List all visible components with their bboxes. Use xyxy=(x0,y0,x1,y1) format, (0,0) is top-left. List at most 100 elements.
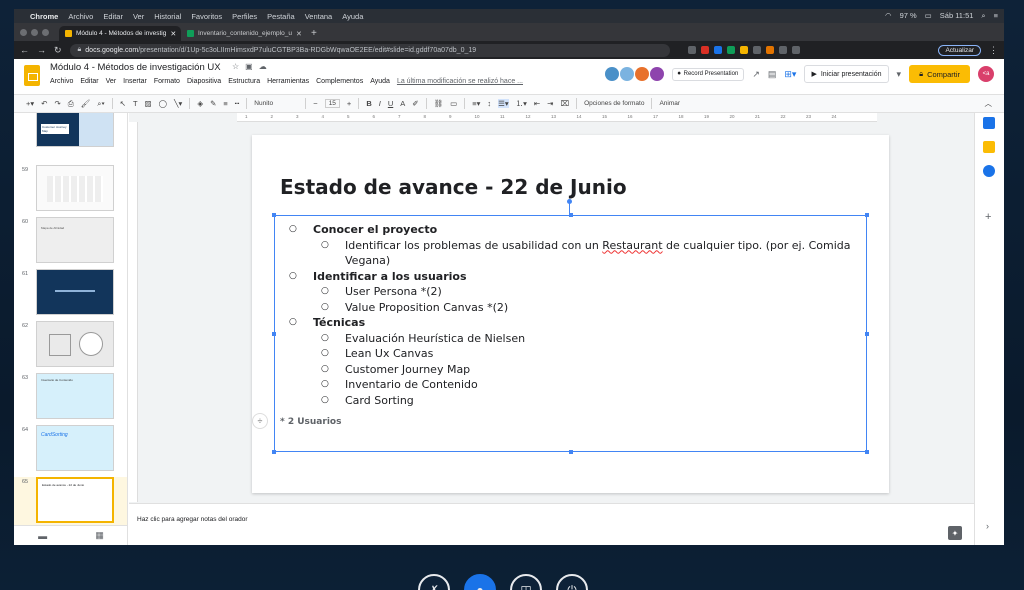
cloud-status-icon[interactable]: ☁ xyxy=(259,62,267,71)
comment-icon[interactable]: ▭ xyxy=(450,99,457,108)
comments-icon[interactable]: ▤ xyxy=(768,69,777,80)
speaker-notes-placeholder[interactable]: Haz clic para agregar notas del orador xyxy=(137,516,248,523)
forward-icon[interactable]: → xyxy=(37,45,46,55)
present-options-chevron-icon[interactable]: ▾ xyxy=(897,69,902,80)
border-dash-icon[interactable]: ┅ xyxy=(235,99,240,108)
increase-font-icon[interactable]: + xyxy=(347,99,351,108)
bullet-item[interactable]: Card Sorting xyxy=(289,393,859,409)
menubar-item[interactable]: Ayuda xyxy=(342,12,363,21)
explore-icon[interactable]: ✦ xyxy=(948,526,962,540)
slide-thumbnail[interactable]: Customer Journey Map xyxy=(36,113,114,147)
resize-handle[interactable] xyxy=(865,213,869,217)
battery-level[interactable]: 97 % xyxy=(900,11,917,21)
filmstrip-slide[interactable]: 62 xyxy=(14,321,127,373)
shape-tool-icon[interactable]: ◯ xyxy=(159,99,167,108)
line-tool-icon[interactable]: ╲▾ xyxy=(174,99,182,108)
meet-icon[interactable]: ⊞▾ xyxy=(784,69,796,80)
add-addon-icon[interactable]: + xyxy=(985,211,991,223)
menubar-item[interactable]: Pestaña xyxy=(267,12,295,21)
bullet-item[interactable]: Inventario de Contenido xyxy=(289,377,859,393)
extension-icon[interactable] xyxy=(726,46,735,54)
resize-handle[interactable] xyxy=(569,450,573,454)
menu-item-formato[interactable]: Formato xyxy=(154,78,180,85)
url-field[interactable]: 🔒︎ docs.google.com/presentation/d/1Up-5c… xyxy=(69,43,670,57)
filmstrip-slide[interactable]: 61 xyxy=(14,269,127,321)
browser-tab-sheets[interactable]: Inventario_contenido_ejemplo_u ✕ xyxy=(181,26,303,41)
section-heading[interactable]: Conocer el proyecto xyxy=(289,222,859,238)
resize-handle[interactable] xyxy=(569,213,573,217)
battery-icon[interactable]: ▭ xyxy=(925,11,932,21)
align-icon[interactable]: ≡▾ xyxy=(472,99,480,108)
highlight-icon[interactable]: ✐ xyxy=(412,99,418,108)
menu-item-archivo[interactable]: Archivo xyxy=(50,78,73,85)
underline-icon[interactable]: U xyxy=(388,99,393,108)
resize-handle[interactable] xyxy=(272,213,276,217)
wifi-icon[interactable]: ◠ xyxy=(885,11,892,21)
menubar-item[interactable]: Historial xyxy=(154,12,181,21)
mute-mic-icon[interactable]: ✗ xyxy=(418,574,450,590)
menu-item-insertar[interactable]: Insertar xyxy=(123,78,147,85)
bold-icon[interactable]: B xyxy=(366,99,371,108)
line-spacing-icon[interactable]: ↕ xyxy=(487,99,491,108)
menubar-item[interactable]: Archivo xyxy=(68,12,93,21)
expand-panel-icon[interactable]: › xyxy=(986,521,989,531)
bullet-textbox[interactable]: Conocer el proyecto Identificar los prob… xyxy=(272,199,869,454)
update-browser-button[interactable]: Actualizar xyxy=(938,44,981,56)
bullet-item[interactable]: Evaluación Heurística de Nielsen xyxy=(289,331,859,347)
menubar-item[interactable]: Favoritos xyxy=(191,12,222,21)
footnote[interactable]: * 2 Usuarios xyxy=(280,417,341,427)
textbox-tool-icon[interactable]: T xyxy=(133,99,138,108)
menubar-item[interactable]: Ventana xyxy=(305,12,333,21)
link-icon[interactable]: ⛓ xyxy=(434,99,444,108)
resize-handle[interactable] xyxy=(865,332,869,336)
extension-icon[interactable] xyxy=(752,46,761,54)
menubar-app-name[interactable]: Chrome xyxy=(30,12,58,21)
leave-call-icon[interactable]: ⏻ xyxy=(556,574,588,590)
menu-item-ver[interactable]: Ver xyxy=(106,78,117,85)
close-tab-icon[interactable]: ✕ xyxy=(296,30,302,38)
extension-icon[interactable] xyxy=(778,46,787,54)
collaborator-avatar[interactable] xyxy=(604,67,619,81)
extension-icon[interactable] xyxy=(687,46,696,54)
select-tool-icon[interactable]: ↖ xyxy=(120,99,126,108)
extension-icon[interactable] xyxy=(700,46,709,54)
slide-thumbnail[interactable]: Mapa de Afinidad xyxy=(36,217,114,263)
filmstrip-slide[interactable]: 60 Mapa de Afinidad xyxy=(14,217,127,269)
fill-color-icon[interactable]: ◈ xyxy=(197,99,203,108)
menubar-item[interactable]: Ver xyxy=(133,12,144,21)
close-tab-icon[interactable]: ✕ xyxy=(170,30,176,38)
clear-format-icon[interactable]: ⌧ xyxy=(560,99,569,108)
slide-thumbnail[interactable] xyxy=(36,165,114,211)
collapse-toolbar-icon[interactable]: ︿ xyxy=(985,98,993,109)
back-icon[interactable]: ← xyxy=(20,45,29,55)
print-icon[interactable]: ⎙ xyxy=(68,99,74,109)
bulleted-list-icon[interactable]: ☰▾ xyxy=(498,99,509,108)
keep-icon[interactable] xyxy=(983,141,995,153)
undo-icon[interactable]: ↶ xyxy=(41,99,47,108)
bullet-item[interactable]: Lean Ux Canvas xyxy=(289,346,859,362)
slide-thumbnail[interactable]: Inventario de Contenido xyxy=(36,373,114,419)
autofit-options-icon[interactable]: ÷ xyxy=(252,413,268,429)
bullet-item[interactable]: Identificar los problemas de usabilidad … xyxy=(289,238,859,269)
text-color-icon[interactable]: A xyxy=(400,99,405,108)
close-window-button[interactable] xyxy=(20,28,27,36)
collaborator-avatar[interactable] xyxy=(649,67,664,81)
resize-handle[interactable] xyxy=(272,332,276,336)
filmstrip-slide[interactable]: 63 Inventario de Contenido xyxy=(14,373,127,425)
italic-icon[interactable]: I xyxy=(379,99,381,108)
section-heading[interactable]: Identificar a los usuarios xyxy=(289,269,859,285)
slide-thumbnail[interactable] xyxy=(36,269,114,315)
border-color-icon[interactable]: ✎ xyxy=(210,99,216,108)
menu-item-ayuda[interactable]: Ayuda xyxy=(370,78,390,85)
start-presentation-button[interactable]: ▶ Iniciar presentación xyxy=(804,65,889,83)
filmstrip-view-icon[interactable]: ▬ xyxy=(38,531,47,541)
menu-item-herramientas[interactable]: Herramientas xyxy=(267,78,309,85)
filmstrip-slide-selected[interactable]: 65 Estado de avance - 22 de Junio xyxy=(14,477,127,529)
control-center-icon[interactable]: ≡ xyxy=(994,11,998,21)
image-tool-icon[interactable]: ▨ xyxy=(145,99,152,108)
slide-thumbnail[interactable]: CardSorting xyxy=(36,425,114,471)
share-button[interactable]: 🔒︎ Compartir xyxy=(909,65,970,83)
document-title[interactable]: Módulo 4 - Métodos de investigación UX xyxy=(50,62,221,73)
slide-thumbnail[interactable]: Estado de avance - 22 de Junio xyxy=(36,477,114,523)
current-slide[interactable]: Estado de avance - 22 de Junio Conocer e… xyxy=(252,135,889,493)
